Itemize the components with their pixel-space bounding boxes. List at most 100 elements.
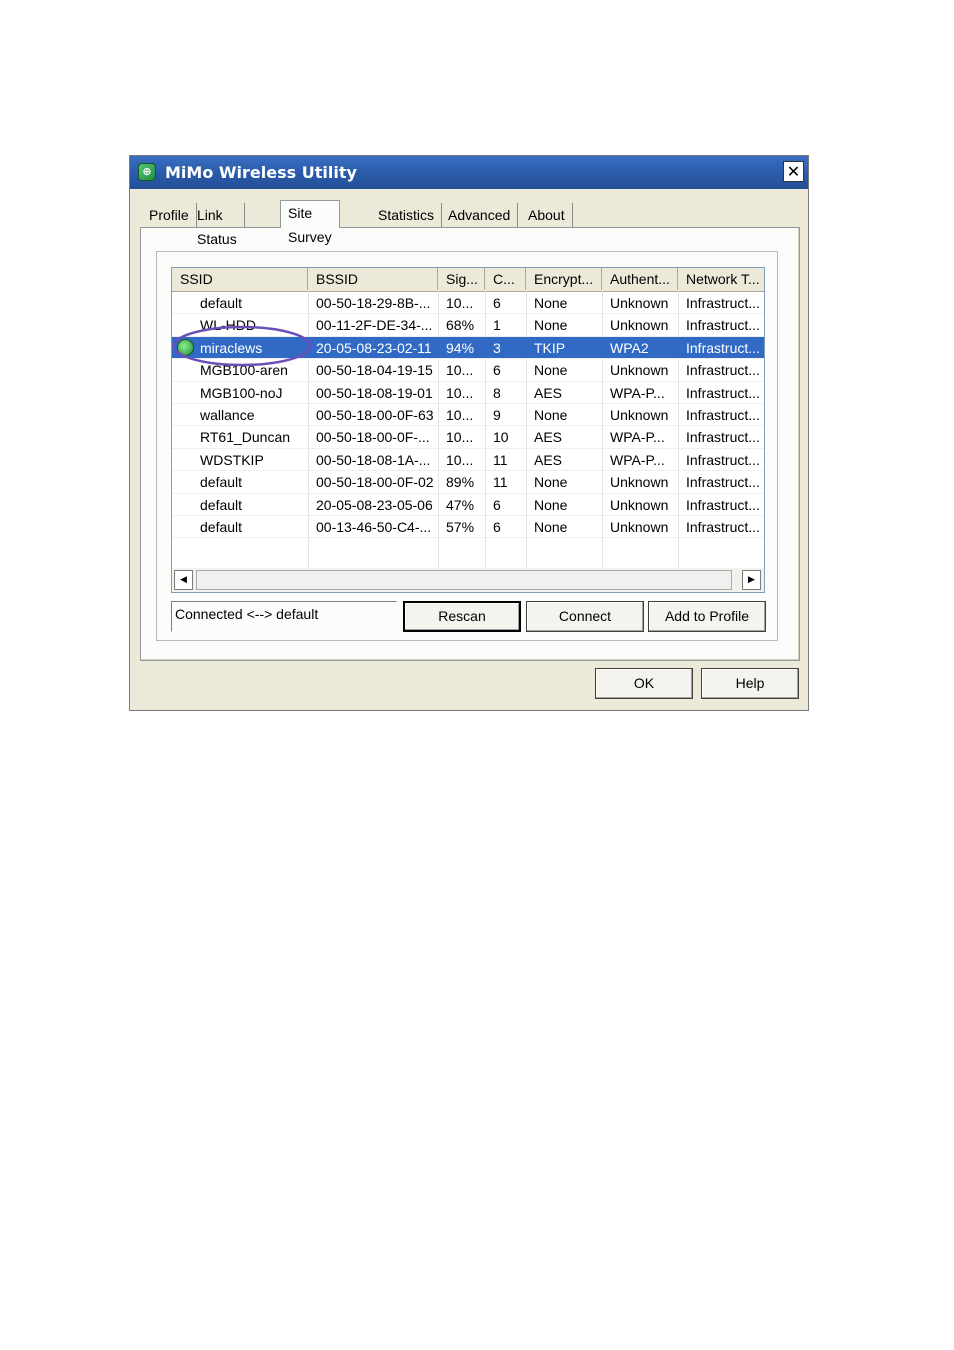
cell-authentication: WPA-P... <box>610 429 665 446</box>
cell-ssid: MGB100-noJ <box>200 384 283 401</box>
cell-ssid: default <box>200 496 243 513</box>
cell-network-type: Infrastruct... <box>686 317 760 334</box>
cell-signal: 94% <box>446 339 475 356</box>
window-title: MiMo Wireless Utility <box>165 163 357 182</box>
cell-ssid: default <box>200 519 243 535</box>
cell-bssid: 00-50-18-04-19-15 <box>316 362 433 379</box>
add-to-profile-button[interactable]: Add to Profile <box>648 601 766 632</box>
cell-authentication: Unknown <box>610 295 669 311</box>
tab-about[interactable]: About <box>521 203 573 227</box>
list-header: SSID BSSID Sig... C... Encrypt... Authen… <box>172 268 764 292</box>
column-header-channel[interactable]: C... <box>485 268 526 290</box>
cell-bssid: 20-05-08-23-05-06 <box>316 496 433 513</box>
column-header-authentication[interactable]: Authent... <box>602 268 678 290</box>
cell-bssid: 00-50-18-00-0F-... <box>316 429 430 446</box>
table-row[interactable]: MGB100-noJ 00-50-18-08-19-01 10... 8 AES WPA-… <box>172 382 764 404</box>
cell-network-type: Infrastruct... <box>686 429 760 446</box>
scrollbar-thumb[interactable] <box>196 570 732 590</box>
table-row[interactable]: default 00-50-18-29-8B-... 10... 6 None Unkno… <box>172 292 764 314</box>
cell-bssid: 00-11-2F-DE-34-... <box>316 317 433 334</box>
cell-signal: 89% <box>446 474 475 491</box>
cell-channel: 11 <box>493 474 508 491</box>
table-row[interactable]: miraclews 20-05-08-23-02-11 94% 3 TKIP WPA2 In… <box>172 336 764 359</box>
scroll-left-icon[interactable]: ◀ <box>174 570 193 590</box>
cell-signal: 10... <box>446 407 474 423</box>
cell-channel: 1 <box>493 317 501 334</box>
cell-signal: 57% <box>446 519 475 535</box>
cell-ssid: default <box>200 295 243 311</box>
cell-ssid: default <box>200 474 243 491</box>
column-header-bssid[interactable]: BSSID <box>308 268 438 290</box>
cell-bssid: 00-50-18-00-0F-02 <box>316 474 434 491</box>
column-header-signal[interactable]: Sig... <box>438 268 485 290</box>
column-header-encryption[interactable]: Encrypt... <box>526 268 602 290</box>
title-bar[interactable]: ⊕ MiMo Wireless Utility ✕ <box>130 156 808 189</box>
mimo-wireless-utility-window: ⊕ MiMo Wireless Utility ✕ Profile Link S… <box>129 155 809 711</box>
cell-encryption: TKIP <box>534 339 566 356</box>
cell-authentication: Unknown <box>610 496 669 513</box>
cell-bssid: 00-50-18-00-0F-63 <box>316 407 434 423</box>
cell-ssid: MGB100-aren <box>200 362 288 379</box>
cell-channel: 6 <box>493 295 501 311</box>
cell-channel: 8 <box>493 384 501 401</box>
cell-encryption: None <box>534 474 568 491</box>
site-survey-list[interactable]: SSID BSSID Sig... C... Encrypt... Authen… <box>171 267 765 593</box>
cell-bssid: 20-05-08-23-02-11 <box>316 339 432 356</box>
table-row[interactable]: WDSTKIP 00-50-18-08-1A-... 10... 11 AES WPA-P… <box>172 449 764 471</box>
table-row[interactable]: default 00-13-46-50-C4-... 57% 6 None Unknown… <box>172 516 764 538</box>
cell-encryption: AES <box>534 429 563 446</box>
scroll-right-icon[interactable]: ▶ <box>742 570 761 590</box>
table-row[interactable]: wallance 00-50-18-00-0F-63 10... 9 None Unkno… <box>172 404 764 426</box>
cell-bssid: 00-50-18-29-8B-... <box>316 295 431 311</box>
cell-network-type: Infrastruct... <box>686 474 760 491</box>
cell-channel: 6 <box>493 362 501 379</box>
table-row[interactable]: default 00-50-18-00-0F-02 89% 11 None Unknown… <box>172 471 764 493</box>
cell-authentication: WPA2 <box>610 339 649 356</box>
app-icon: ⊕ <box>138 163 156 181</box>
cell-signal: 10... <box>446 362 474 379</box>
cell-authentication: WPA-P... <box>610 451 665 468</box>
column-header-network-type[interactable]: Network T... <box>678 268 764 290</box>
help-button[interactable]: Help <box>701 668 799 699</box>
horizontal-scrollbar[interactable]: ◀ ▶ <box>172 568 764 592</box>
cell-channel: 10 <box>493 429 509 446</box>
table-row[interactable]: WL-HDD 00-11-2F-DE-34-... 68% 1 None Unknown I… <box>172 314 764 336</box>
tab-profile[interactable]: Profile <box>142 203 197 227</box>
cell-network-type: Infrastruct... <box>686 295 760 311</box>
table-row[interactable]: MGB100-aren 00-50-18-04-19-15 10... 6 None Un… <box>172 359 764 381</box>
connect-button[interactable]: Connect <box>526 601 644 632</box>
cell-authentication: WPA-P... <box>610 384 665 401</box>
cell-authentication: Unknown <box>610 317 669 334</box>
cell-channel: 6 <box>493 519 501 535</box>
cell-signal: 10... <box>446 451 474 468</box>
cell-network-type: Infrastruct... <box>686 519 760 535</box>
tab-site-survey[interactable]: Site Survey <box>280 200 340 245</box>
cell-bssid: 00-50-18-08-19-01 <box>316 384 433 401</box>
cell-signal: 68% <box>446 317 475 334</box>
cell-channel: 11 <box>493 451 508 468</box>
cell-encryption: None <box>534 295 568 311</box>
rescan-button[interactable]: Rescan <box>403 601 521 632</box>
cell-ssid: WDSTKIP <box>200 451 264 468</box>
cell-network-type: Infrastruct... <box>686 496 760 513</box>
table-row[interactable]: RT61_Duncan 00-50-18-00-0F-... 10... 10 AES W… <box>172 426 764 448</box>
cell-authentication: Unknown <box>610 362 669 379</box>
cell-bssid: 00-13-46-50-C4-... <box>316 519 432 535</box>
cell-channel: 3 <box>493 339 501 356</box>
cell-network-type: Infrastruct... <box>686 362 760 379</box>
tab-advanced[interactable]: Advanced <box>441 203 519 227</box>
cell-ssid: miraclews <box>200 339 263 356</box>
cell-bssid: 00-50-18-08-1A-... <box>316 451 431 468</box>
grid-line <box>172 537 764 539</box>
cell-signal: 10... <box>446 295 474 311</box>
close-button[interactable]: ✕ <box>783 161 804 182</box>
ok-button[interactable]: OK <box>595 668 693 699</box>
cell-channel: 6 <box>493 496 501 513</box>
tab-statistics[interactable]: Statistics <box>371 203 443 227</box>
table-row[interactable]: default 20-05-08-23-05-06 47% 6 None Unknown I… <box>172 494 764 516</box>
tab-link-status[interactable]: Link Status <box>190 203 245 247</box>
column-header-ssid[interactable]: SSID <box>172 268 308 290</box>
cell-ssid: wallance <box>200 407 255 423</box>
cell-authentication: Unknown <box>610 407 669 423</box>
cell-encryption: None <box>534 407 568 423</box>
